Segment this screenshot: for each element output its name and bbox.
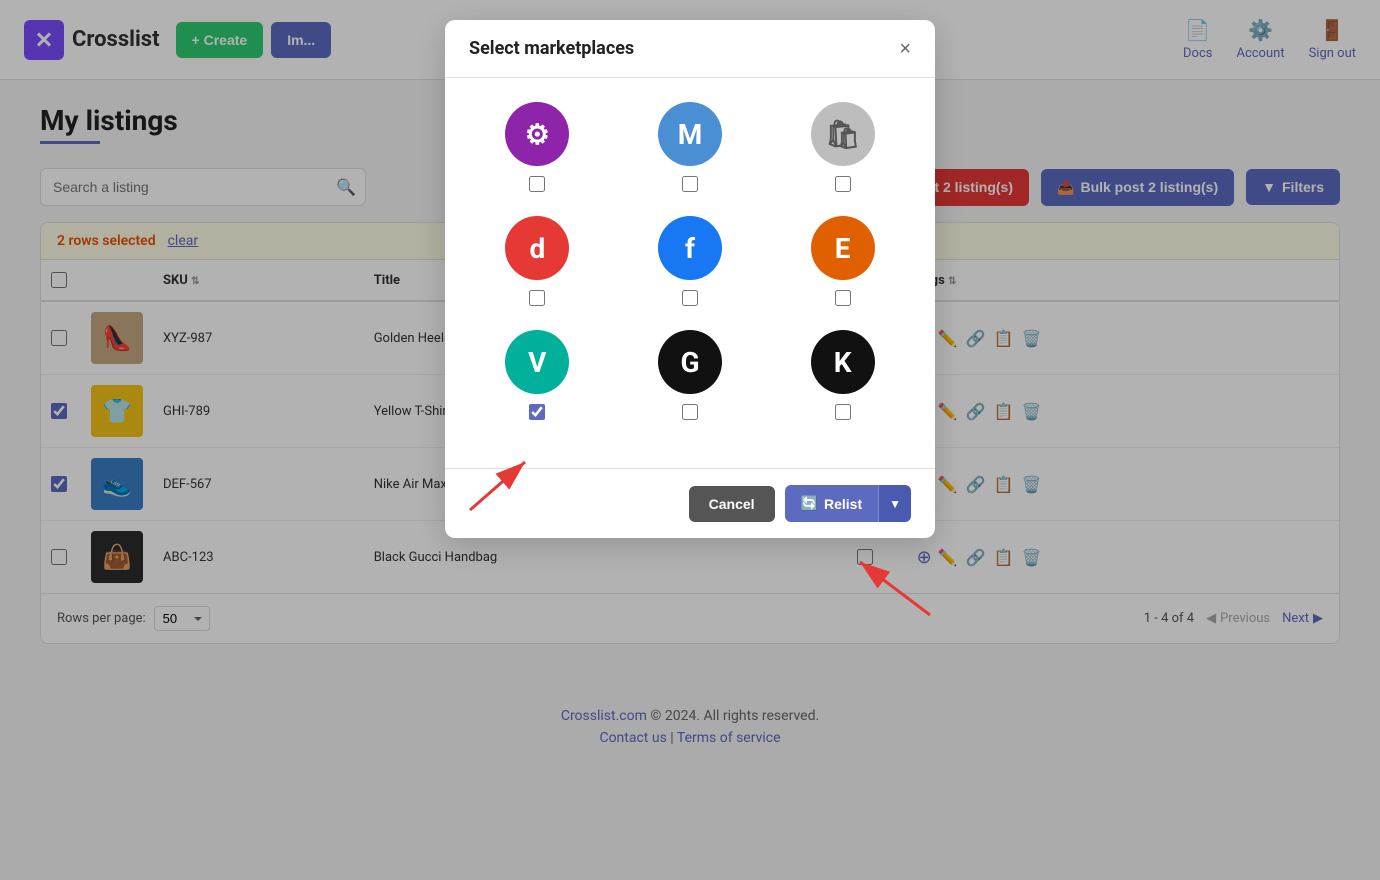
marketplace-logo-vinted: V xyxy=(505,330,569,394)
marketplace-grid: ⚙ M 🛍 d f E V G K xyxy=(469,102,911,420)
marketplace-logo-etsy: E xyxy=(811,216,875,280)
cancel-button[interactable]: Cancel xyxy=(689,486,775,522)
marketplace-logo-kidizen: K xyxy=(811,330,875,394)
marketplace-checkbox-kidizen[interactable] xyxy=(835,404,851,420)
modal-body: ⚙ M 🛍 d f E V G K xyxy=(445,78,935,468)
marketplace-checkbox-vinted[interactable] xyxy=(529,404,545,420)
marketplace-item-kidizen: K xyxy=(774,330,911,420)
marketplace-item-poshmark: ⚙ xyxy=(469,102,606,192)
marketplace-item-facebook: f xyxy=(622,216,759,306)
modal-footer: Cancel 🔄 Relist ▼ xyxy=(445,468,935,538)
marketplace-checkbox-mercari[interactable] xyxy=(682,176,698,192)
marketplace-item-mercari: M xyxy=(622,102,759,192)
marketplace-logo-poshmark: ⚙ xyxy=(505,102,569,166)
modal-close-button[interactable]: × xyxy=(899,39,911,59)
marketplace-item-google: 🛍 xyxy=(774,102,911,192)
marketplace-logo-mercari: M xyxy=(658,102,722,166)
marketplace-checkbox-google[interactable] xyxy=(835,176,851,192)
marketplace-logo-facebook: f xyxy=(658,216,722,280)
relist-icon: 🔄 xyxy=(801,495,818,512)
marketplace-logo-grailed: G xyxy=(658,330,722,394)
marketplace-item-vinted: V xyxy=(469,330,606,420)
marketplace-checkbox-facebook[interactable] xyxy=(682,290,698,306)
marketplace-logo-depop: d xyxy=(505,216,569,280)
marketplace-item-depop: d xyxy=(469,216,606,306)
marketplace-checkbox-grailed[interactable] xyxy=(682,404,698,420)
modal-title: Select marketplaces xyxy=(469,38,634,59)
modal-overlay[interactable]: Select marketplaces × ⚙ M 🛍 d f E V G xyxy=(0,0,1380,880)
marketplace-logo-google: 🛍 xyxy=(811,102,875,166)
marketplace-item-etsy: E xyxy=(774,216,911,306)
relist-button-group: 🔄 Relist ▼ xyxy=(785,485,911,522)
marketplace-checkbox-depop[interactable] xyxy=(529,290,545,306)
marketplace-checkbox-etsy[interactable] xyxy=(835,290,851,306)
relist-caret-button[interactable]: ▼ xyxy=(878,485,911,522)
marketplace-item-grailed: G xyxy=(622,330,759,420)
relist-button[interactable]: 🔄 Relist xyxy=(785,485,879,522)
modal-header: Select marketplaces × xyxy=(445,20,935,78)
marketplace-checkbox-poshmark[interactable] xyxy=(529,176,545,192)
select-marketplaces-modal: Select marketplaces × ⚙ M 🛍 d f E V G xyxy=(445,20,935,538)
